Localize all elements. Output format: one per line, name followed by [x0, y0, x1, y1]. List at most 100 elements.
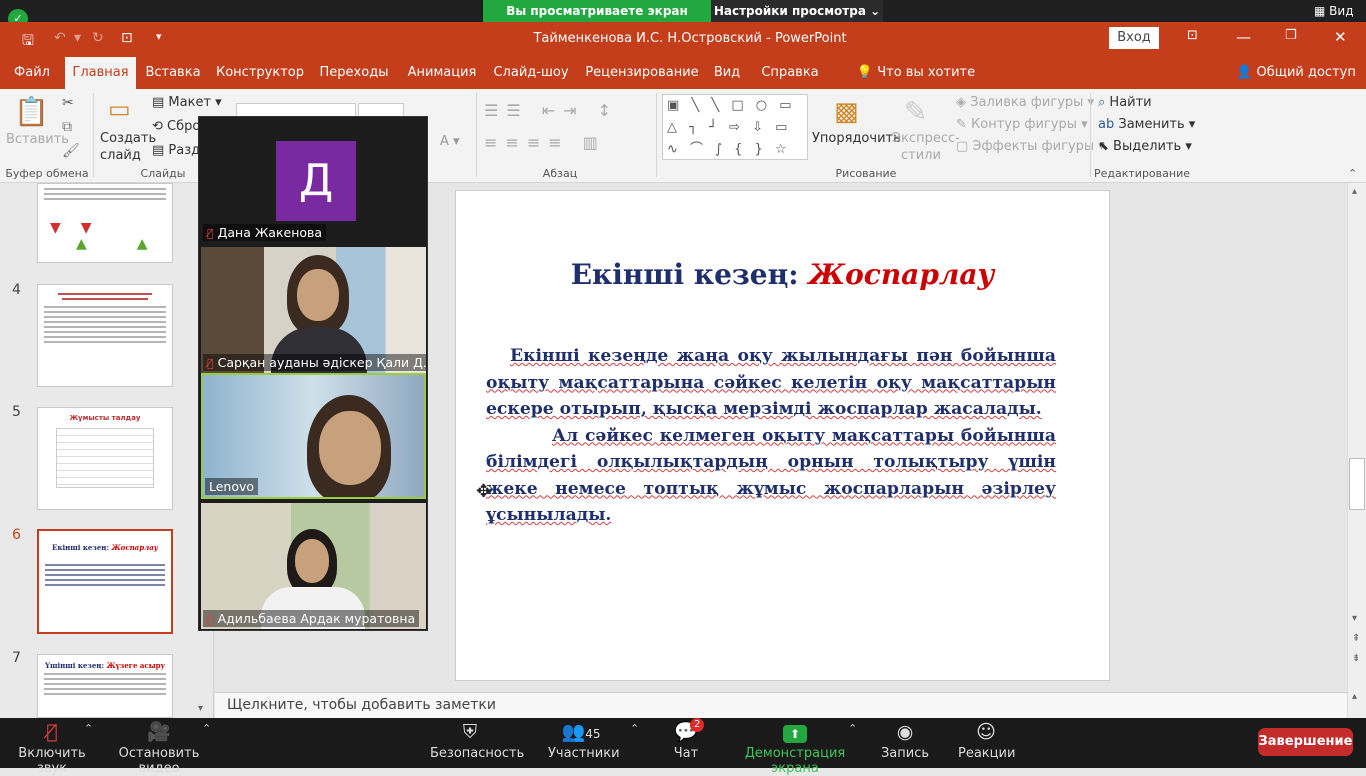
audio-options-chevron-icon[interactable]: ⌃ — [84, 722, 93, 735]
restore-icon[interactable]: ❐ — [1285, 28, 1297, 43]
move-cursor-icon: ✥ — [476, 481, 492, 502]
chevron-down-icon[interactable]: ▾ — [74, 30, 81, 46]
section-icon: ▤ — [152, 143, 169, 158]
next-slide-icon[interactable]: ⇟ — [1352, 653, 1360, 664]
vertical-scrollbar[interactable]: ▴ ▾ ⇞ ⇟ ▴ — [1347, 183, 1366, 718]
undo-icon[interactable]: ↶ — [54, 30, 66, 46]
select-label: Выделить — [1113, 139, 1182, 154]
slide-thumbnails-pane[interactable]: ▼▼ ▲▲ 4 5 Жұмысты талдау 6 Екінші кезең:… — [0, 183, 214, 718]
align-icons[interactable]: ≡≡≡≡ ▥ — [484, 133, 606, 152]
reset-button[interactable]: ⟲ Сбро — [152, 119, 200, 134]
participants-label: Участники — [548, 746, 620, 761]
slide-thumbnail-3[interactable]: ▼▼ ▲▲ — [37, 183, 173, 263]
participant-tile-4[interactable]: 🎙̸ Адильбаева Ардак муратовна — [201, 503, 426, 629]
copy-icon[interactable]: ⧉ — [62, 119, 72, 135]
slide-thumbnail-4[interactable] — [37, 284, 173, 387]
quick-styles-label-2[interactable]: стили — [901, 148, 941, 163]
clipboard-group-label: Буфер обмена — [5, 167, 89, 180]
scroll-down-icon[interactable]: ▾ — [1352, 613, 1357, 624]
close-icon[interactable]: ✕ — [1334, 28, 1347, 46]
collapse-ribbon-icon[interactable]: ⌃ — [1348, 167, 1357, 180]
new-slide-label-1[interactable]: Создать — [100, 131, 156, 146]
pencil-icon: ✎ — [956, 117, 972, 132]
video-options-chevron-icon[interactable]: ⌃ — [202, 722, 211, 735]
slide-thumbnail-7[interactable]: Үшінші кезең: Жүзеге асыру — [37, 654, 173, 718]
save-icon[interactable]: 🖫 — [22, 30, 34, 54]
participants-options-chevron-icon[interactable]: ⌃ — [630, 722, 639, 735]
shapes-gallery[interactable]: ▣ ╲ ╲ □ ○ ▭ △ ┐ ┘ ⇨ ⇩ ▭ ∿ ⌒ ∫ { } ☆ — [662, 94, 808, 160]
tab-home[interactable]: Главная — [65, 57, 136, 89]
select-button[interactable]: ⬉ Выделить ▾ — [1098, 139, 1192, 154]
tab-view[interactable]: Вид — [710, 57, 744, 89]
zoom-video-gallery[interactable]: ✋ Д 🎙̸Дана Жакенова 🎙̸Сарқан ауданы әдіс… — [198, 116, 428, 631]
tell-me-search[interactable]: 💡 Что вы хотите сделать? — [836, 57, 996, 112]
layout-button[interactable]: ▤ Макет ▾ — [152, 95, 222, 110]
participants-button[interactable]: 👥45 Участники — [548, 718, 620, 768]
customize-toolbar-icon[interactable]: ▾ — [156, 30, 162, 43]
tab-transitions[interactable]: Переходы — [316, 57, 392, 89]
cut-icon[interactable]: ✂ — [62, 95, 74, 111]
tab-help[interactable]: Справка — [755, 57, 825, 89]
slide-thumbnail-5[interactable]: Жұмысты талдау — [37, 407, 173, 510]
previous-slide-icon[interactable]: ⇞ — [1352, 633, 1360, 644]
slide-paragraph-2: Ал сәйкес келмеген оқыту мақсаттары бойы… — [486, 425, 1056, 526]
end-meeting-button[interactable]: Завершение — [1258, 728, 1353, 756]
tab-design[interactable]: Конструктор — [214, 57, 306, 89]
notes-pane[interactable]: Щелкните, чтобы добавить заметки — [215, 692, 1347, 718]
notes-scroll-up-icon[interactable]: ▴ — [1352, 691, 1357, 702]
tab-slideshow[interactable]: Слайд-шоу — [492, 57, 570, 89]
record-button[interactable]: ◉ Запись — [880, 718, 930, 768]
new-slide-icon[interactable]: ▭ — [108, 95, 131, 123]
muted-mic-icon: 🎙̸ — [207, 357, 214, 370]
slide-thumbnail-6[interactable]: Екінші кезең: Жоспарлау — [37, 529, 173, 634]
ribbon-display-icon[interactable]: ⊡ — [1187, 28, 1198, 43]
participant-tile-3[interactable]: Lenovo — [201, 373, 426, 499]
divider — [656, 93, 657, 177]
arrange-icon[interactable]: ▩ — [834, 97, 859, 127]
share-screen-button[interactable]: ⬆ Демонстрация экрана — [730, 718, 860, 776]
list-icons[interactable]: ☰☰ ⇤⇥ ↕ — [484, 101, 619, 120]
tab-file[interactable]: Файл — [8, 57, 56, 89]
tab-review[interactable]: Рецензирование — [580, 57, 704, 89]
login-button[interactable]: Вход — [1109, 27, 1159, 49]
arrange-button[interactable]: Упорядочить — [812, 131, 901, 146]
share-options-chevron-icon[interactable]: ⌃ — [848, 722, 857, 735]
new-slide-label-2[interactable]: слайд — [100, 148, 141, 163]
slideshow-start-icon[interactable]: ⊡ — [121, 30, 133, 46]
shape-effects-button[interactable]: ▢ Эффекты фигуры ▾ — [956, 139, 1105, 154]
stop-video-label: Остановить видео — [118, 746, 200, 776]
tab-animations[interactable]: Анимация — [402, 57, 482, 89]
participant-name-4-text: Адильбаева Ардак муратовна — [217, 611, 416, 626]
quick-styles-icon[interactable]: ✎ — [904, 95, 927, 128]
slide-canvas[interactable]: Екінші кезең: Жоспарлау Екінші кезеңде ж… — [455, 190, 1110, 681]
participant-tile-1[interactable]: Д 🎙̸ Дана Жакенова — [201, 117, 426, 243]
paste-button[interactable]: Вставить — [6, 132, 69, 147]
reactions-button[interactable]: ☺ Реакции — [958, 718, 1015, 768]
replace-icon: ab — [1098, 117, 1119, 132]
view-options-button[interactable]: Настройки просмотра ⌄ — [711, 0, 883, 22]
shape-outline-button[interactable]: ✎ Контур фигуры ▾ — [956, 117, 1088, 132]
paragraph-group-label: Абзац — [542, 167, 578, 180]
share-button[interactable]: 👤 Общий доступ — [1236, 57, 1356, 89]
stop-video-button[interactable]: 🎥 Остановить видео — [106, 718, 212, 776]
clipboard-icon[interactable]: 📋 — [14, 95, 49, 128]
shape-fill-button[interactable]: ◈ Заливка фигуры ▾ — [956, 95, 1094, 110]
scroll-up-icon[interactable]: ▴ — [1352, 186, 1357, 197]
record-icon: ◉ — [896, 721, 914, 743]
find-button[interactable]: ⌕ Найти — [1098, 95, 1152, 110]
scroll-thumb[interactable] — [1349, 458, 1365, 510]
slide-title[interactable]: Екінші кезең: Жоспарлау — [456, 258, 1109, 291]
slide-body[interactable]: Екінші кезеңде жаңа оқу жылындағы пән бо… — [486, 343, 1056, 529]
thumb-scroll-down-icon[interactable]: ▾ — [198, 703, 203, 714]
participant-tile-2[interactable]: 🎙̸ Сарқан ауданы әдіскер Қали Д... — [201, 247, 426, 373]
replace-button[interactable]: ab Заменить ▾ — [1098, 117, 1195, 132]
format-painter-icon[interactable]: 🖌 — [62, 143, 80, 159]
minimize-icon[interactable]: — — [1236, 28, 1251, 46]
security-button[interactable]: ⛨ Безопасность — [430, 718, 524, 768]
grid-icon: ▦ — [1314, 4, 1330, 18]
quick-styles-label-1[interactable]: Экспресс- — [892, 131, 960, 146]
view-button[interactable]: ▦ Вид — [1314, 4, 1353, 18]
font-color-icon[interactable]: A ▾ — [440, 134, 460, 149]
redo-icon[interactable]: ↻ — [92, 30, 104, 46]
tab-insert[interactable]: Вставка — [143, 57, 203, 89]
